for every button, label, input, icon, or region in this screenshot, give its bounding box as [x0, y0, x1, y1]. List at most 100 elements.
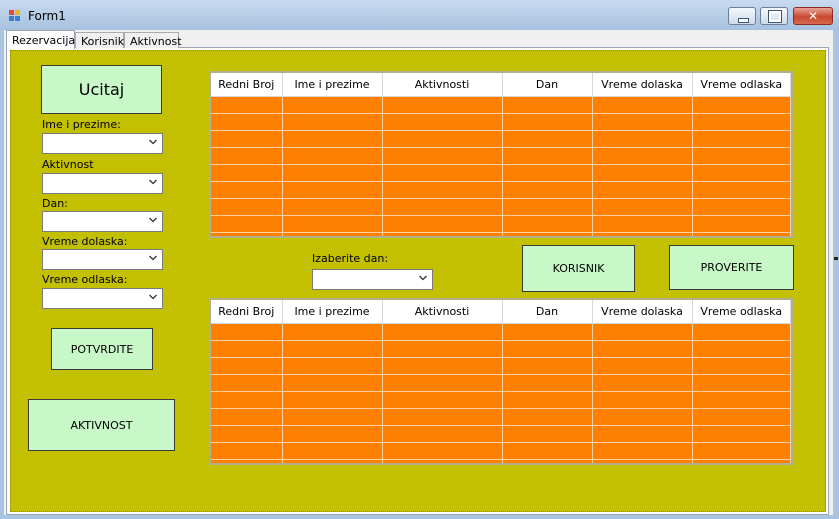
table-cell[interactable]: [692, 113, 791, 131]
table-cell[interactable]: [592, 147, 693, 165]
table-cell[interactable]: [592, 374, 693, 392]
departure-time-combobox[interactable]: [42, 288, 163, 309]
table-cell[interactable]: [502, 215, 593, 233]
table-cell[interactable]: [692, 391, 791, 409]
column-header[interactable]: Ime i prezime: [282, 300, 383, 324]
table-cell[interactable]: [211, 215, 283, 233]
table-cell[interactable]: [592, 425, 693, 443]
table-cell[interactable]: [282, 232, 383, 236]
table-cell[interactable]: [692, 425, 791, 443]
table-cell[interactable]: [282, 215, 383, 233]
table-cell[interactable]: [502, 442, 593, 460]
column-header[interactable]: Redni Broj: [211, 73, 283, 97]
table-cell[interactable]: [382, 408, 503, 426]
table-cell[interactable]: [282, 96, 383, 114]
table-cell[interactable]: [692, 323, 791, 341]
table-cell[interactable]: [211, 323, 283, 341]
column-header[interactable]: Aktivnosti: [382, 73, 503, 97]
table-cell[interactable]: [592, 181, 693, 199]
table-cell[interactable]: [211, 232, 283, 236]
table-row[interactable]: [211, 164, 791, 182]
table-cell[interactable]: [592, 408, 693, 426]
table-cell[interactable]: [211, 147, 283, 165]
table-cell[interactable]: [592, 198, 693, 216]
table-cell[interactable]: [382, 323, 503, 341]
table-cell[interactable]: [382, 459, 503, 463]
activity-button[interactable]: AKTIVNOST: [28, 399, 175, 451]
table-cell[interactable]: [382, 374, 503, 392]
table-cell[interactable]: [502, 198, 593, 216]
table-cell[interactable]: [502, 164, 593, 182]
table-cell[interactable]: [282, 374, 383, 392]
table-row[interactable]: [211, 357, 791, 375]
table-cell[interactable]: [502, 113, 593, 131]
confirm-button[interactable]: POTVRDITE: [51, 328, 153, 370]
table-cell[interactable]: [502, 181, 593, 199]
table-cell[interactable]: [592, 323, 693, 341]
table-cell[interactable]: [382, 215, 503, 233]
column-header[interactable]: Vreme odlaska: [692, 300, 791, 324]
table-cell[interactable]: [282, 408, 383, 426]
table-cell[interactable]: [692, 442, 791, 460]
close-button[interactable]: ✕: [793, 7, 833, 25]
table-row[interactable]: [211, 147, 791, 165]
table-cell[interactable]: [502, 147, 593, 165]
table-cell[interactable]: [211, 408, 283, 426]
table-cell[interactable]: [282, 442, 383, 460]
table-cell[interactable]: [692, 408, 791, 426]
table-cell[interactable]: [211, 198, 283, 216]
activity-combobox[interactable]: [42, 173, 163, 194]
table-row[interactable]: [211, 96, 791, 114]
table-cell[interactable]: [211, 459, 283, 463]
column-header[interactable]: Vreme dolaska: [592, 300, 693, 324]
table-cell[interactable]: [502, 459, 593, 463]
table-cell[interactable]: [382, 232, 503, 236]
user-button[interactable]: KORISNIK: [522, 245, 635, 292]
table-cell[interactable]: [502, 408, 593, 426]
table-row[interactable]: [211, 232, 791, 236]
table-cell[interactable]: [211, 130, 283, 148]
table-row[interactable]: [211, 391, 791, 409]
reservations-grid-top[interactable]: Redni Broj Ime i prezime Aktivnosti Dan …: [209, 71, 793, 238]
reservations-grid-bottom[interactable]: Redni Broj Ime i prezime Aktivnosti Dan …: [209, 298, 793, 465]
table-cell[interactable]: [592, 164, 693, 182]
table-cell[interactable]: [282, 147, 383, 165]
day-combobox[interactable]: [42, 211, 163, 232]
table-cell[interactable]: [692, 147, 791, 165]
table-row[interactable]: [211, 340, 791, 358]
table-cell[interactable]: [592, 340, 693, 358]
table-cell[interactable]: [211, 96, 283, 114]
table-cell[interactable]: [382, 198, 503, 216]
table-cell[interactable]: [502, 96, 593, 114]
table-row[interactable]: [211, 181, 791, 199]
table-cell[interactable]: [692, 181, 791, 199]
table-cell[interactable]: [502, 232, 593, 236]
table-cell[interactable]: [592, 391, 693, 409]
table-row[interactable]: [211, 459, 791, 463]
table-cell[interactable]: [692, 215, 791, 233]
table-cell[interactable]: [382, 442, 503, 460]
table-cell[interactable]: [692, 96, 791, 114]
table-cell[interactable]: [382, 340, 503, 358]
column-header[interactable]: Dan: [502, 300, 593, 324]
table-row[interactable]: [211, 198, 791, 216]
table-cell[interactable]: [382, 130, 503, 148]
table-cell[interactable]: [502, 391, 593, 409]
table-cell[interactable]: [282, 198, 383, 216]
resize-grip[interactable]: [834, 257, 838, 260]
table-cell[interactable]: [692, 340, 791, 358]
table-cell[interactable]: [211, 374, 283, 392]
table-cell[interactable]: [592, 232, 693, 236]
tab-rezervacija[interactable]: Rezervacija: [6, 30, 75, 49]
table-cell[interactable]: [382, 357, 503, 375]
table-cell[interactable]: [211, 357, 283, 375]
table-cell[interactable]: [592, 357, 693, 375]
table-cell[interactable]: [592, 96, 693, 114]
table-cell[interactable]: [282, 425, 383, 443]
column-header[interactable]: Dan: [502, 73, 593, 97]
table-cell[interactable]: [592, 459, 693, 463]
table-cell[interactable]: [692, 130, 791, 148]
table-cell[interactable]: [282, 357, 383, 375]
column-header[interactable]: Aktivnosti: [382, 300, 503, 324]
name-combobox[interactable]: [42, 133, 163, 154]
